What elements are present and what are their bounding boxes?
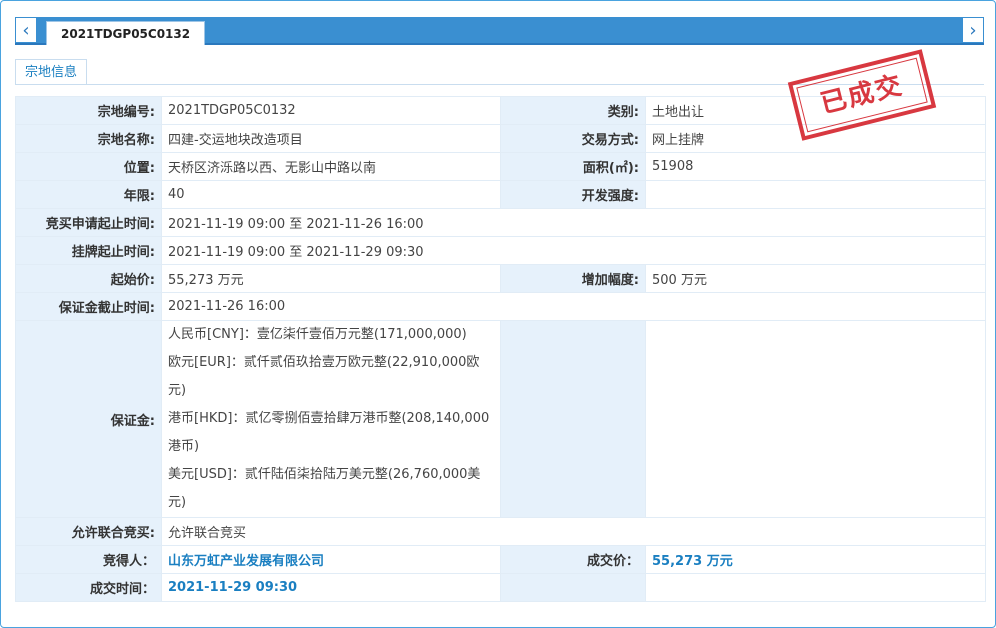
parcel-info-table: 宗地编号: 2021TDGP05C0132 类别: 土地出让 宗地名称: 四建-…: [15, 96, 986, 602]
field-label: 竞得人：: [15, 545, 162, 574]
chevron-left-icon[interactable]: ‹: [15, 17, 37, 43]
field-label: 成交价：: [500, 545, 646, 574]
subtab-parcel-info[interactable]: 宗地信息: [15, 59, 88, 85]
table-row: 保证金截止时间: 2021-11-26 16:00: [15, 292, 986, 321]
increment-value: 500 万元: [645, 264, 986, 293]
deposit-line: 港币[HKD]：贰亿零捌佰壹拾肆万港币整(208,140,000: [168, 411, 490, 426]
field-label: 竞买申请起止时间:: [15, 208, 162, 237]
deposit-line: 港币): [168, 439, 200, 454]
deposit-line: 欧元[EUR]：贰仟贰佰玖拾壹万欧元整(22,910,000欧: [168, 355, 480, 370]
table-row: 竞买申请起止时间: 2021-11-19 09:00 至 2021-11-26 …: [15, 208, 986, 237]
tab-parcel[interactable]: 2021TDGP05C0132: [46, 21, 206, 45]
area-value: 51908: [645, 152, 986, 181]
field-label: 开发强度:: [500, 180, 646, 209]
start-price-value: 55,273 万元: [161, 264, 501, 293]
deal-price-value: 55,273 万元: [645, 545, 986, 574]
intensity-value: [645, 180, 986, 209]
chevron-right-icon[interactable]: ›: [962, 17, 984, 43]
table-row: 挂牌起止时间: 2021-11-19 09:00 至 2021-11-29 09…: [15, 236, 986, 265]
empty-label-cell: [500, 573, 646, 602]
field-label: 宗地名称:: [15, 124, 162, 153]
field-label: 允许联合竞买:: [15, 517, 162, 546]
deposit-value: 人民币[CNY]：壹亿柒仟壹佰万元整(171,000,000) 欧元[EUR]：…: [161, 320, 501, 518]
empty-value-cell: [645, 573, 986, 602]
field-label: 起始价:: [15, 264, 162, 293]
empty-label-cell: [500, 320, 646, 518]
field-label: 类别:: [500, 96, 646, 125]
deposit-deadline-value: 2021-11-26 16:00: [161, 292, 986, 321]
deposit-line: 元): [168, 495, 187, 510]
field-label: 成交时间：: [15, 573, 162, 602]
deal-time-value: 2021-11-29 09:30: [161, 573, 501, 602]
winner-value: 山东万虹产业发展有限公司: [161, 545, 501, 574]
deposit-line: 人民币[CNY]：壹亿柒仟壹佰万元整(171,000,000): [168, 327, 467, 342]
field-label: 年限:: [15, 180, 162, 209]
listing-period-value: 2021-11-19 09:00 至 2021-11-29 09:30: [161, 236, 986, 265]
table-row: 保证金: 人民币[CNY]：壹亿柒仟壹佰万元整(171,000,000) 欧元[…: [15, 320, 986, 518]
field-label: 宗地编号:: [15, 96, 162, 125]
deposit-line: 元): [168, 383, 187, 398]
term-value: 40: [161, 180, 501, 209]
empty-value-cell: [645, 320, 986, 518]
location-value: 天桥区济泺路以西、无影山中路以南: [161, 152, 501, 181]
table-row: 竞得人： 山东万虹产业发展有限公司 成交价： 55,273 万元: [15, 545, 986, 574]
parcel-name-value: 四建-交运地块改造项目: [161, 124, 501, 153]
joint-bid-value: 允许联合竞买: [161, 517, 986, 546]
table-row: 成交时间： 2021-11-29 09:30: [15, 573, 986, 602]
field-label: 交易方式:: [500, 124, 646, 153]
field-label: 增加幅度:: [500, 264, 646, 293]
field-label: 位置:: [15, 152, 162, 181]
field-label: 挂牌起止时间:: [15, 236, 162, 265]
table-row: 年限: 40 开发强度:: [15, 180, 986, 209]
field-label: 保证金:: [15, 320, 162, 518]
field-label: 保证金截止时间:: [15, 292, 162, 321]
tab-bar: ‹ 2021TDGP05C0132 ›: [15, 17, 984, 45]
parcel-number-value: 2021TDGP05C0132: [161, 96, 501, 125]
field-label: 面积(㎡):: [500, 152, 646, 181]
table-row: 起始价: 55,273 万元 增加幅度: 500 万元: [15, 264, 986, 293]
deposit-line: 美元[USD]：贰仟陆佰柒拾陆万美元整(26,760,000美: [168, 467, 481, 482]
table-row: 允许联合竞买: 允许联合竞买: [15, 517, 986, 546]
table-row: 位置: 天桥区济泺路以西、无影山中路以南 面积(㎡): 51908: [15, 152, 986, 181]
bid-apply-period-value: 2021-11-19 09:00 至 2021-11-26 16:00: [161, 208, 986, 237]
